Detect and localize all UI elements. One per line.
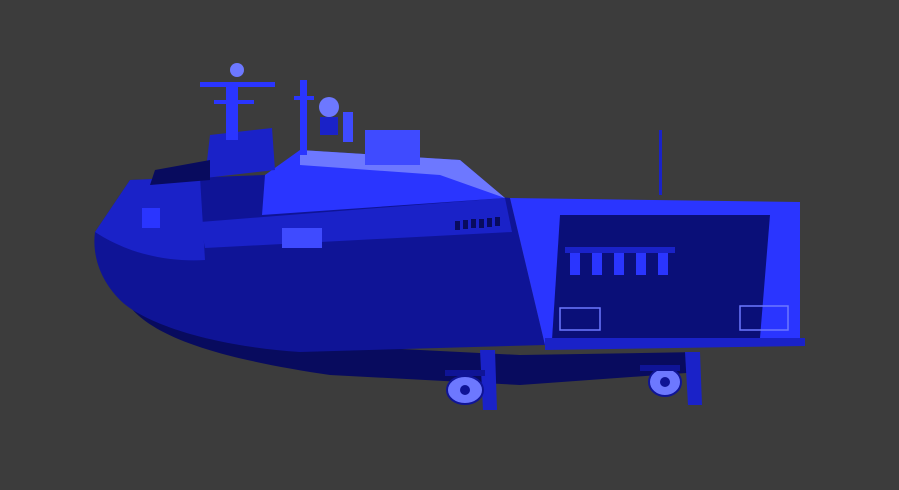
render-viewport[interactable] xyxy=(0,0,899,490)
bow-hatch xyxy=(142,208,160,228)
propeller-port xyxy=(446,375,484,405)
exhaust-stack xyxy=(343,112,353,142)
shaft-starboard xyxy=(640,365,680,371)
mast-radar-dome xyxy=(230,63,244,77)
stern-antenna xyxy=(659,130,662,195)
bridge-block xyxy=(205,128,275,178)
ship-scene xyxy=(0,0,899,490)
hangar-block xyxy=(365,130,420,165)
side-door xyxy=(282,228,322,248)
well-deck-beam xyxy=(565,247,675,253)
radome-pedestal xyxy=(320,117,338,135)
shaft-port xyxy=(445,370,485,376)
propeller-starboard xyxy=(648,367,682,397)
radome xyxy=(319,97,339,117)
well-deck-opening xyxy=(552,215,770,340)
